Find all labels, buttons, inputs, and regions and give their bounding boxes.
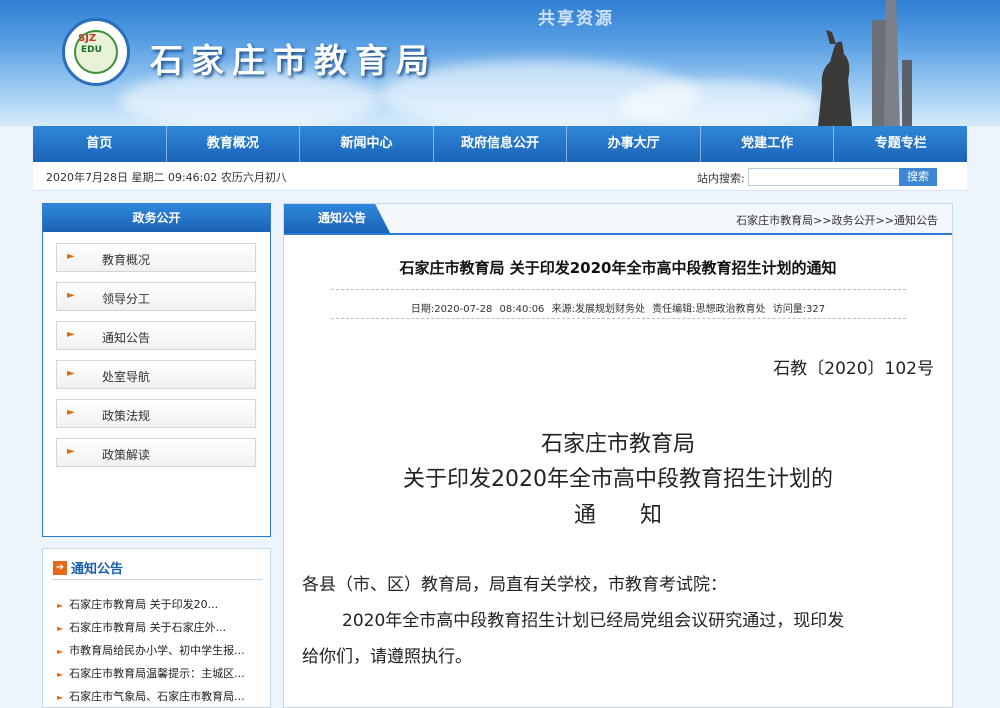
sidebar-item-notices[interactable]: ► 通知公告 xyxy=(56,321,256,350)
search-label: 站内搜索: xyxy=(697,172,745,185)
date-display: 2020年7月28日 星期二 09:46:02 农历六月初八 xyxy=(46,171,287,184)
nav-special-column[interactable]: 专题专栏 xyxy=(834,126,967,162)
body-paragraph-line-1: 2020年全市高中段教育招生计划已经局党组会议研究通过，现印发 xyxy=(342,611,845,631)
nav-party-building[interactable]: 党建工作 xyxy=(701,126,835,162)
nav-news-center[interactable]: 新闻中心 xyxy=(300,126,434,162)
bullet-icon: ► xyxy=(57,647,64,656)
site-header: 共享资源 SJZ EDU 石家庄市教育局 xyxy=(0,0,1000,126)
sidebar-title: 政务公开 xyxy=(43,204,270,232)
bullet-icon: ► xyxy=(57,601,64,610)
document-number: 石教〔2020〕102号 xyxy=(773,359,934,379)
nav-gov-info[interactable]: 政府信息公开 xyxy=(434,126,568,162)
bullet-icon: ► xyxy=(57,670,64,679)
bullet-icon: ► xyxy=(57,693,64,702)
sidebar-item-education-overview[interactable]: ► 教育概况 xyxy=(56,243,256,272)
watermark-text: 共享资源 xyxy=(538,9,614,29)
arrow-right-icon: ► xyxy=(67,251,75,262)
divider xyxy=(331,289,906,290)
notice-panel-title[interactable]: 通知公告 xyxy=(71,562,123,577)
search-button[interactable]: 搜索 xyxy=(899,168,937,186)
list-item[interactable]: ► 石家庄市教育局 关于印发20... xyxy=(57,596,218,612)
sidebar-item-policy-interpretation[interactable]: ► 政策解读 xyxy=(56,438,256,467)
tab-notices[interactable]: 通知公告 xyxy=(284,204,390,233)
logo-mark: SJZ xyxy=(78,33,97,44)
nav-service-hall[interactable]: 办事大厅 xyxy=(567,126,701,162)
divider xyxy=(331,318,906,319)
sidebar-item-label: 教育概况 xyxy=(102,253,151,267)
nav-home[interactable]: 首页 xyxy=(33,126,167,162)
article-panel: 通知公告 石家庄市教育局>>政务公开>>通知公告 石家庄市教育局 关于印发202… xyxy=(283,203,953,708)
site-logo[interactable]: SJZ EDU xyxy=(62,18,130,86)
sidebar-item-leadership[interactable]: ► 领导分工 xyxy=(56,282,256,311)
sidebar-item-policies[interactable]: ► 政策法规 xyxy=(56,399,256,428)
notice-panel: ➔ 通知公告 ► 石家庄市教育局 关于印发20... ► 石家庄市教育局 关于石家庄外… xyxy=(42,548,271,708)
article-panel-header: 通知公告 石家庄市教育局>>政务公开>>通知公告 xyxy=(284,204,952,235)
sidebar-item-label: 政策解读 xyxy=(102,448,151,462)
list-item[interactable]: ► 市教育局给民办小学、初中学生报... xyxy=(57,642,245,658)
document-title-line-3: 通 知 xyxy=(573,503,662,528)
info-bar: 2020年7月28日 星期二 09:46:02 农历六月初八 站内搜索: 搜索 xyxy=(33,162,967,191)
document-title-line-1: 石家庄市教育局 xyxy=(540,432,695,457)
breadcrumb[interactable]: 石家庄市教育局>>政务公开>>通知公告 xyxy=(736,212,938,228)
sidebar-item-label: 领导分工 xyxy=(102,292,151,306)
sidebar-item-label: 处室导航 xyxy=(102,370,151,384)
arrow-right-icon: ➔ xyxy=(53,560,67,575)
sidebar-item-departments[interactable]: ► 处室导航 xyxy=(56,360,256,389)
sidebar-item-label: 通知公告 xyxy=(102,331,151,345)
main-nav: 首页 教育概况 新闻中心 政府信息公开 办事大厅 党建工作 专题专栏 xyxy=(33,126,967,162)
list-item[interactable]: ► 石家庄市教育局 关于石家庄外... xyxy=(57,619,226,635)
arrow-right-icon: ► xyxy=(67,329,75,340)
divider xyxy=(51,579,262,580)
document-title-line-2: 关于印发2020年全市高中段教育招生计划的 xyxy=(403,467,833,492)
sidebar-item-label: 政策法规 xyxy=(102,409,151,423)
sidebar: 政务公开 ► 教育概况 ► 领导分工 ► 通知公告 ► 处室导航 ► 政策法规 … xyxy=(42,203,271,537)
nav-education-overview[interactable]: 教育概况 xyxy=(167,126,301,162)
article-title: 石家庄市教育局 关于印发2020年全市高中段教育招生计划的通知 xyxy=(399,259,837,277)
salutation-text: 各县（市、区）教育局，局直有关学校，市教育考试院： xyxy=(302,575,727,595)
body-paragraph-line-2: 给你们，请遵照执行。 xyxy=(302,647,472,667)
article-meta: 日期:2020-07-28 08:40:06 来源:发展规划财务处 责任编辑:思… xyxy=(410,304,826,315)
arrow-right-icon: ► xyxy=(67,290,75,301)
statue-image xyxy=(818,0,912,126)
search-input[interactable] xyxy=(748,168,900,186)
list-item[interactable]: ► 石家庄市教育局温馨提示：主城区... xyxy=(57,665,245,681)
arrow-right-icon: ► xyxy=(67,446,75,457)
site-title: 石家庄市教育局 xyxy=(150,41,437,80)
list-item[interactable]: ► 石家庄市气象局、石家庄市教育局... xyxy=(57,688,245,704)
logo-mark-2: EDU xyxy=(81,45,102,55)
bullet-icon: ► xyxy=(57,624,64,633)
arrow-right-icon: ► xyxy=(67,407,75,418)
arrow-right-icon: ► xyxy=(67,368,75,379)
